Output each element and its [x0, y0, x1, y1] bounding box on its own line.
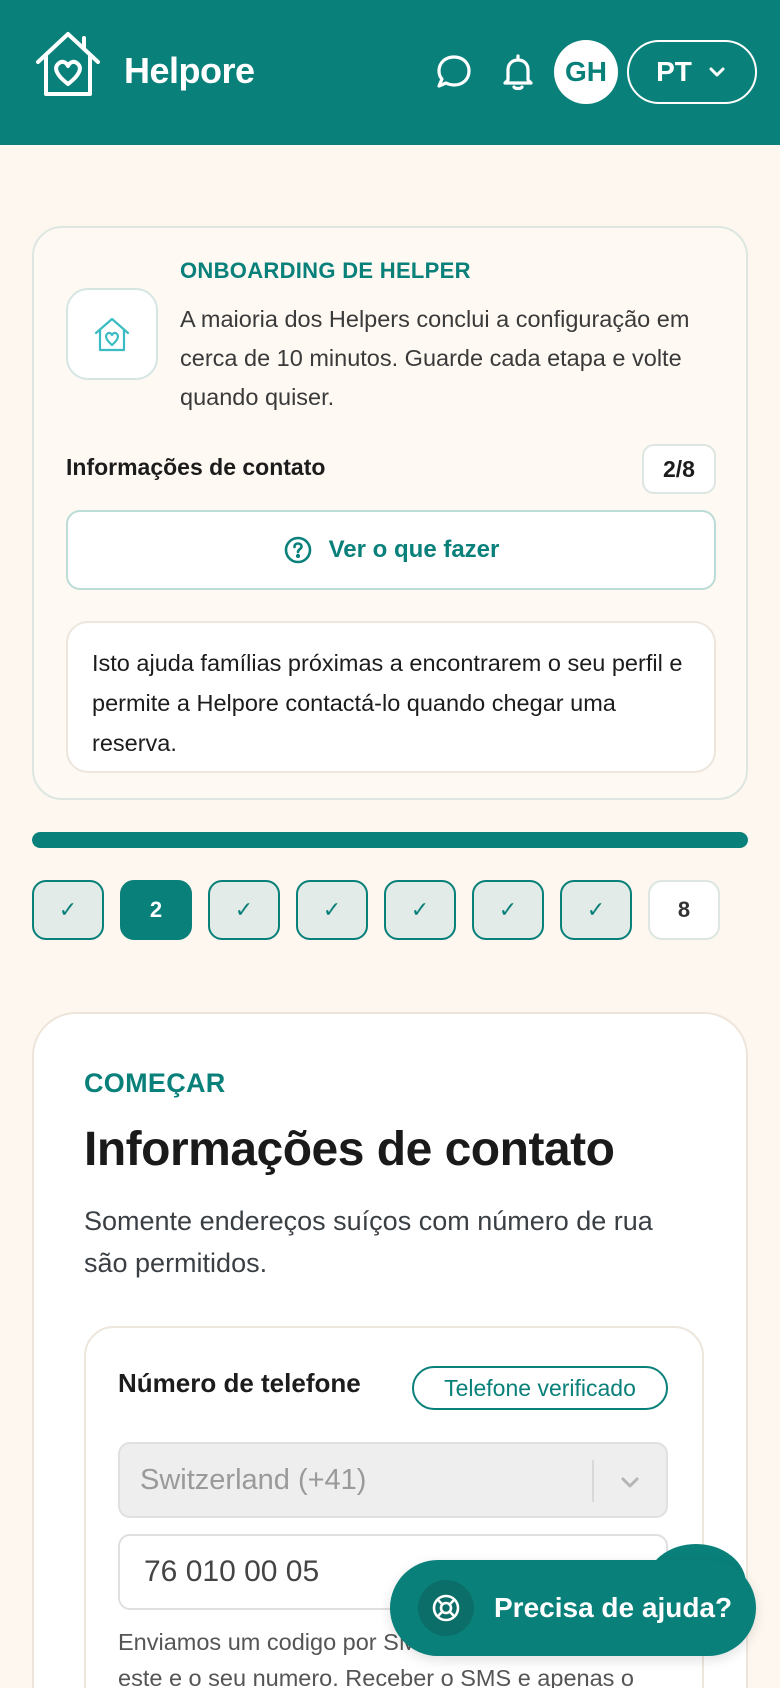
country-code-value: Switzerland (+41): [140, 1463, 367, 1496]
what-to-do-button[interactable]: Ver o que fazer: [66, 510, 716, 590]
onboarding-icon-box: [66, 288, 158, 380]
step-8[interactable]: 8: [648, 880, 720, 940]
brand-name[interactable]: Helpore: [124, 50, 255, 92]
language-selector[interactable]: PT: [627, 40, 757, 104]
chevron-down-icon: [709, 67, 725, 77]
step-3[interactable]: ✓: [208, 880, 280, 940]
step-2[interactable]: 2: [120, 880, 192, 940]
onboarding-progress-bar: [32, 832, 748, 848]
language-label: PT: [656, 56, 692, 87]
step-7[interactable]: ✓: [560, 880, 632, 940]
form-subtitle: Somente endereços suíços com número de r…: [84, 1206, 653, 1278]
step-info-box: Isto ajuda famílias próximas a encontrar…: [66, 621, 716, 773]
onboarding-card: ONBOARDING DE HELPER A maioria dos Helpe…: [32, 226, 748, 800]
help-button[interactable]: Precisa de ajuda?: [390, 1560, 756, 1656]
what-to-do-label: Ver o que fazer: [328, 536, 500, 563]
form-eyebrow: COMEÇAR: [84, 1068, 226, 1098]
step-5[interactable]: ✓: [384, 880, 456, 940]
app-header: Helpore GH PT: [0, 0, 780, 145]
chevron-down-icon: [621, 1477, 639, 1488]
chat-bubble-icon[interactable]: [434, 52, 474, 92]
step-count-badge: 2/8: [642, 444, 716, 494]
onboarding-eyebrow: ONBOARDING DE HELPER: [180, 258, 471, 283]
current-step-name: Informações de contato: [66, 454, 326, 480]
lifebuoy-icon: [418, 1580, 474, 1636]
question-circle-icon: [284, 536, 311, 564]
step-6[interactable]: ✓: [472, 880, 544, 940]
house-heart-icon: [94, 317, 130, 352]
country-code-select[interactable]: Switzerland (+41): [118, 1442, 668, 1518]
page-title: Informações de contato: [84, 1123, 615, 1176]
phone-verified-badge: Telefone verificado: [412, 1366, 668, 1410]
user-avatar[interactable]: GH: [554, 40, 618, 104]
progress-fill: [32, 832, 748, 848]
step-1[interactable]: ✓: [32, 880, 104, 940]
onboarding-description: A maioria dos Helpers conclui a configur…: [180, 306, 690, 410]
step-4[interactable]: ✓: [296, 880, 368, 940]
select-divider: [592, 1460, 594, 1502]
help-button-label: Precisa de ajuda?: [494, 1592, 733, 1623]
house-heart-icon[interactable]: [32, 28, 104, 100]
step-navigator: ✓ 2 ✓ ✓ ✓ ✓ ✓ 8: [32, 880, 720, 940]
bell-icon[interactable]: [498, 52, 538, 92]
phone-label: Número de telefone: [118, 1368, 361, 1398]
